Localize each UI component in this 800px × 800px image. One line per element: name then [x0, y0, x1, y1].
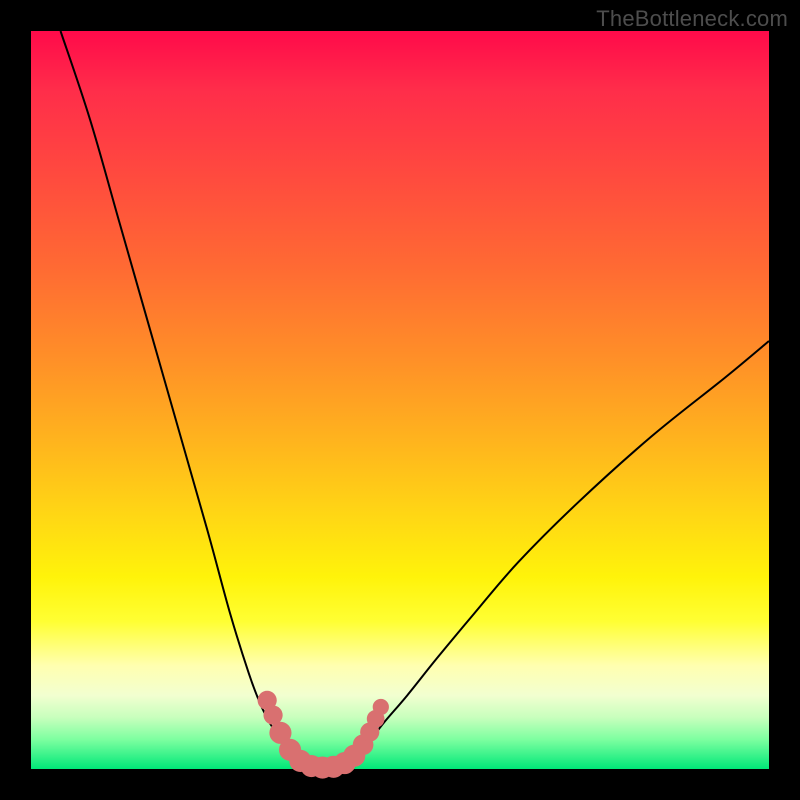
right-curve	[334, 341, 769, 769]
left-curve	[61, 31, 319, 769]
chart-frame: TheBottleneck.com	[0, 0, 800, 800]
marker-group	[258, 691, 389, 779]
watermark-text: TheBottleneck.com	[596, 6, 788, 32]
chart-svg	[31, 31, 769, 769]
data-marker	[373, 699, 389, 715]
